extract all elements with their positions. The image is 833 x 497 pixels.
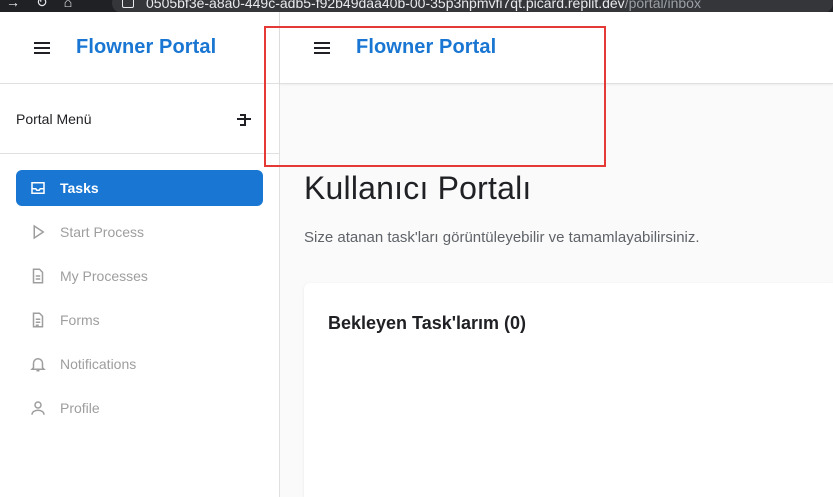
card-title: Bekleyen Task'larım (0) <box>328 313 527 333</box>
pending-tasks-card: Bekleyen Task'larım (0) <box>304 283 833 497</box>
menu-icon[interactable] <box>314 41 330 54</box>
play-icon <box>28 222 48 242</box>
sidebar-item-tasks[interactable]: Tasks <box>16 170 263 206</box>
sidebar-item-label: My Processes <box>60 268 148 284</box>
sidebar-item-label: Tasks <box>60 180 99 196</box>
address-bar[interactable]: 0505bf3e-a8a0-449c-adb5-f92b49daa40b-00-… <box>112 0 833 12</box>
brand-title: Flowner Portal <box>76 36 217 58</box>
sidebar-item-label: Notifications <box>60 356 137 372</box>
sidebar-item-start-process[interactable]: Start Process <box>16 214 263 250</box>
pin-icon[interactable] <box>237 113 251 126</box>
site-info-icon[interactable] <box>122 0 134 8</box>
sidebar-item-label: Start Process <box>60 224 145 240</box>
inbox-icon <box>28 178 48 198</box>
sidebar-header: Flowner Portal <box>0 12 279 84</box>
browser-nav: → ↻ ⌂ <box>6 0 72 11</box>
portal-menu-header: Portal Menü <box>0 84 279 154</box>
sidebar: Flowner Portal Portal Menü Tasks Start P… <box>0 12 280 497</box>
sidebar-item-profile[interactable]: Profile <box>16 390 263 426</box>
reload-icon[interactable]: ↻ <box>36 0 48 11</box>
sidebar-item-my-processes[interactable]: My Processes <box>16 258 263 294</box>
url-text: 0505bf3e-a8a0-449c-adb5-f92b49daa40b-00-… <box>146 0 625 11</box>
menu-icon[interactable] <box>34 41 50 54</box>
sidebar-menu: Tasks Start Process My Processes Forms N… <box>0 154 279 426</box>
user-icon <box>28 398 48 418</box>
sidebar-item-label: Profile <box>60 400 100 416</box>
url-path: /portal/inbox <box>624 0 701 11</box>
page-subtitle: Size atanan task'ları görüntüleyebilir v… <box>304 229 700 246</box>
page-title: Kullanıcı Portalı <box>304 170 532 206</box>
sidebar-item-forms[interactable]: Forms <box>16 302 263 338</box>
form-icon <box>28 310 48 330</box>
sidebar-item-label: Forms <box>60 312 100 328</box>
portal-menu-title: Portal Menü <box>16 110 92 127</box>
main-content: Kullanıcı Portalı Size atanan task'ları … <box>304 170 833 246</box>
sidebar-item-notifications[interactable]: Notifications <box>16 346 263 382</box>
brand-title: Flowner Portal <box>356 36 497 58</box>
bell-icon <box>28 354 48 374</box>
forward-icon[interactable]: → <box>6 0 20 11</box>
browser-toolbar: → ↻ ⌂ 0505bf3e-a8a0-449c-adb5-f92b49daa4… <box>0 0 833 12</box>
main-header: Flowner Portal <box>280 12 833 84</box>
document-icon <box>28 266 48 286</box>
home-icon[interactable]: ⌂ <box>64 0 72 11</box>
